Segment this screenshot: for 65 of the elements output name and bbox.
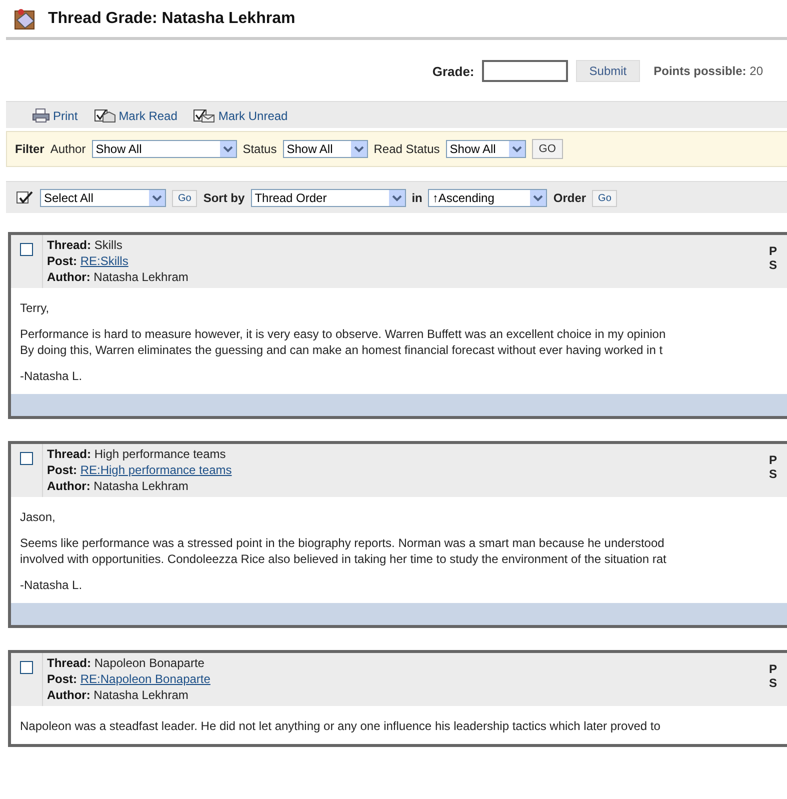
field-value: Natasha Lekhram xyxy=(94,688,188,702)
order-dropdown[interactable]: ↑Ascending xyxy=(428,189,548,207)
post-link[interactable]: RE:High performance teams xyxy=(80,463,232,477)
column-label: P xyxy=(769,453,778,467)
filter-field-label: Status xyxy=(242,142,277,156)
checkbox-select-icon xyxy=(16,190,34,206)
field-label: Post: xyxy=(47,254,77,268)
post-link[interactable]: RE:Napoleon Bonaparte xyxy=(80,672,210,686)
field-value: Napoleon Bonaparte xyxy=(94,656,204,670)
field-label: Thread: xyxy=(47,656,92,670)
printer-icon xyxy=(32,108,50,123)
post-text: Seems like performance was a stressed point in the biography reports. Norman was a smart man because he understood xyxy=(20,535,664,551)
field-label: Author: xyxy=(47,479,90,493)
post-text: involved with opportunities. Condoleezza Rice also believed in taking her time to study the environment of the situation rat xyxy=(20,551,666,567)
column-label: S xyxy=(769,258,778,272)
post-text: Terry, xyxy=(20,300,50,316)
post-text: -Natasha L. xyxy=(20,368,82,384)
action-link[interactable]: Mark Read xyxy=(94,108,178,123)
select-dropdown[interactable]: Select All xyxy=(40,189,166,207)
post-checkbox[interactable] xyxy=(20,243,33,256)
submit-button[interactable]: Submit xyxy=(576,60,640,82)
filter-dropdown[interactable]: Show All xyxy=(92,140,237,158)
field-label: Post: xyxy=(47,672,77,686)
field-label: Thread: xyxy=(47,238,92,252)
filter-field-label: Read Status xyxy=(374,142,440,156)
action-link[interactable]: Mark Unread xyxy=(193,108,288,123)
order-label: Order xyxy=(553,191,586,205)
go-button[interactable]: GO xyxy=(532,139,563,159)
post-checkbox[interactable] xyxy=(20,452,33,465)
field-value: Natasha Lekhram xyxy=(94,479,188,493)
filter-label: Filter xyxy=(15,142,44,156)
post-link[interactable]: RE:Skills xyxy=(80,254,128,268)
column-label: S xyxy=(769,676,778,690)
field-label: Author: xyxy=(47,270,90,284)
grade-input[interactable] xyxy=(482,60,568,82)
column-label: P xyxy=(769,244,778,258)
grading-book-icon xyxy=(14,8,36,30)
in-label: in xyxy=(412,191,422,205)
sort-dropdown[interactable]: Thread Order xyxy=(250,189,406,207)
post-text: Jason, xyxy=(20,509,56,525)
envelope-check-icon xyxy=(193,108,216,123)
column-label: P xyxy=(769,662,778,676)
filter-field-label: Author xyxy=(50,142,86,156)
go-button[interactable]: Go xyxy=(592,190,618,206)
action-link[interactable]: Print xyxy=(32,108,78,123)
post-checkbox[interactable] xyxy=(20,661,33,674)
column-label: S xyxy=(769,467,778,481)
go-button[interactable]: Go xyxy=(172,190,198,206)
post-text: Performance is hard to measure however, it is very easy to observe. Warren Buffett was an excellent choice in my opinion xyxy=(20,326,666,342)
field-label: Thread: xyxy=(47,447,92,461)
filter-dropdown[interactable]: Show All xyxy=(282,140,368,158)
sort-label: Sort by xyxy=(203,191,245,205)
envelope-check-icon xyxy=(94,108,116,123)
field-label: Author: xyxy=(47,688,90,702)
field-label: Post: xyxy=(47,463,77,477)
grade-label: Grade: xyxy=(432,64,474,78)
field-value: Skills xyxy=(94,238,122,252)
post-text: -Natasha L. xyxy=(20,577,82,593)
field-value: High performance teams xyxy=(94,447,226,461)
points-possible: Points possible: 20 xyxy=(654,64,763,78)
post-text: By doing this, Warren eliminates the guessing and can make an homest financial forecast without ever having worked in t xyxy=(20,342,663,358)
field-value: Natasha Lekhram xyxy=(94,270,188,284)
post-text: Napoleon was a steadfast leader. He did not let anything or any one influence his leadership tactics which later proved to xyxy=(20,718,660,734)
filter-dropdown[interactable]: Show All xyxy=(446,140,526,158)
page-title: Thread Grade: Natasha Lekhram xyxy=(48,10,296,28)
